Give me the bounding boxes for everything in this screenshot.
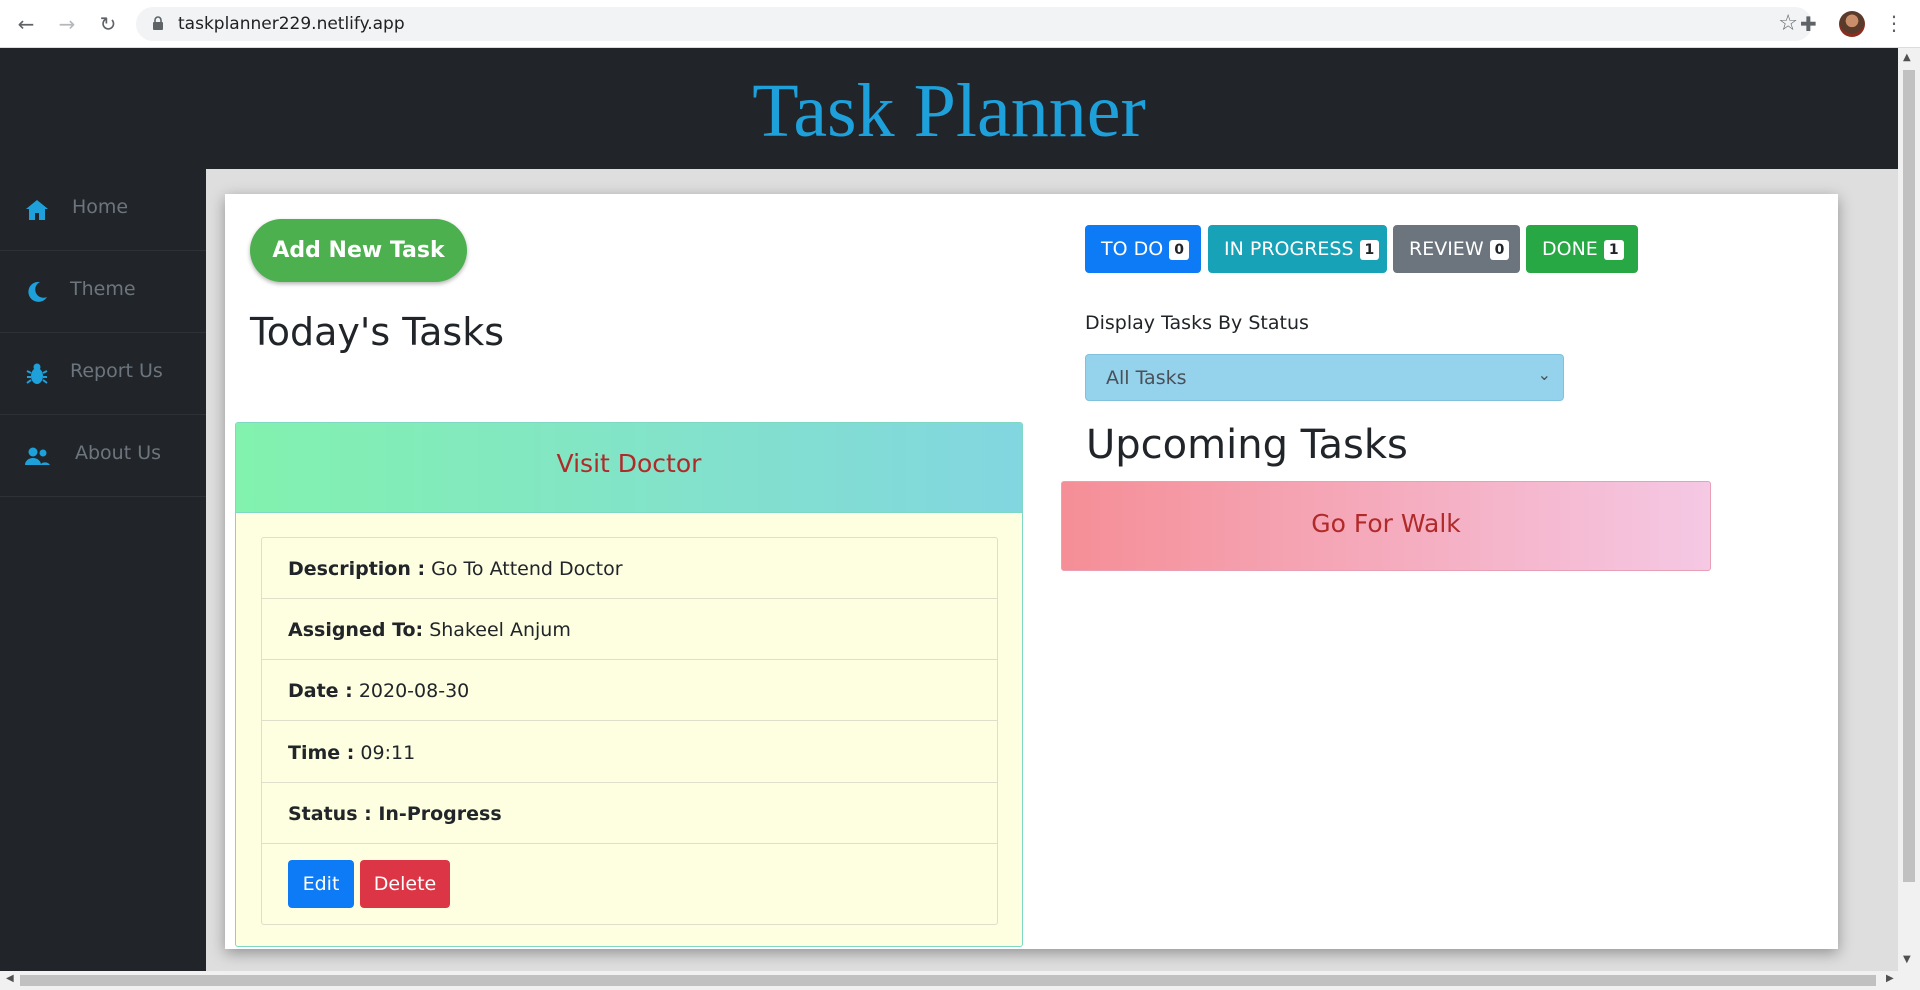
status-in-progress-button[interactable]: IN PROGRESS 1 xyxy=(1208,225,1387,273)
task-description-row: Description : Go To Attend Doctor xyxy=(262,538,997,599)
detail-value: Shakeel Anjum xyxy=(423,619,571,641)
todays-tasks-heading: Today's Tasks xyxy=(250,310,505,354)
detail-value: Go To Attend Doctor xyxy=(425,558,623,580)
upcoming-task-card[interactable]: Go For Walk xyxy=(1061,481,1711,571)
profile-avatar[interactable] xyxy=(1839,11,1865,37)
sidebar-item-home[interactable]: Home xyxy=(0,169,206,251)
horizontal-scroll-thumb[interactable] xyxy=(20,975,1876,986)
browser-menu-icon[interactable]: ⋮ xyxy=(1884,11,1904,35)
add-new-task-button[interactable]: Add New Task xyxy=(250,219,467,282)
app-title: Task Planner xyxy=(752,69,1146,153)
sidebar-item-label: Theme xyxy=(70,278,136,300)
status-review-button[interactable]: REVIEW 0 xyxy=(1393,225,1520,273)
users-icon xyxy=(25,447,50,465)
home-icon xyxy=(26,200,48,220)
sidebar-item-label: Home xyxy=(72,196,129,218)
status-todo-button[interactable]: TO DO 0 xyxy=(1085,225,1201,273)
extensions-puzzle-icon[interactable]: ✚ xyxy=(1800,12,1817,36)
status-label: DONE xyxy=(1542,238,1598,260)
forward-arrow-icon[interactable]: → xyxy=(55,12,79,36)
detail-value: 09:11 xyxy=(354,742,416,764)
reload-icon[interactable]: ↻ xyxy=(96,12,120,36)
moon-icon xyxy=(28,281,47,302)
status-filter-select[interactable]: All Tasks ⌄ xyxy=(1085,354,1564,401)
sidebar-item-report[interactable]: Report Us xyxy=(0,333,206,415)
detail-key: Assigned To: xyxy=(288,619,424,641)
task-detail-list: Description : Go To Attend Doctor Assign… xyxy=(261,537,998,925)
status-label: TO DO xyxy=(1101,238,1164,260)
detail-key: Status : In-Progress xyxy=(288,803,502,825)
sidebar-item-label: About Us xyxy=(75,442,162,464)
task-assigned-row: Assigned To: Shakeel Anjum xyxy=(262,599,997,660)
address-url: taskplanner229.netlify.app xyxy=(178,14,405,34)
status-count-badge: 1 xyxy=(1359,240,1380,260)
status-count-badge: 0 xyxy=(1169,240,1189,260)
status-count-badge: 0 xyxy=(1489,240,1510,260)
scroll-right-arrow-icon[interactable]: ▶ xyxy=(1886,973,1894,984)
sidebar-item-label: Report Us xyxy=(70,360,163,382)
upcoming-tasks-heading: Upcoming Tasks xyxy=(1086,422,1408,468)
detail-key: Time : xyxy=(288,742,355,764)
scroll-up-arrow-icon[interactable]: ▲ xyxy=(1903,52,1911,63)
status-label: IN PROGRESS xyxy=(1224,238,1354,260)
detail-key: Date : xyxy=(288,680,353,702)
scroll-left-arrow-icon[interactable]: ◀ xyxy=(6,973,14,984)
status-count-badge: 1 xyxy=(1603,240,1624,260)
vertical-scrollbar[interactable]: ▲ ▼ xyxy=(1898,48,1920,971)
detail-key: Description : xyxy=(288,558,426,580)
address-bar[interactable]: taskplanner229.netlify.app ☆ xyxy=(136,7,1812,41)
task-title: Visit Doctor xyxy=(556,449,702,478)
status-done-button[interactable]: DONE 1 xyxy=(1526,225,1638,273)
bug-icon xyxy=(26,363,48,384)
chevron-down-icon: ⌄ xyxy=(1537,365,1551,384)
delete-button[interactable]: Delete xyxy=(360,860,450,908)
task-status-row: Status : In-Progress xyxy=(262,783,997,844)
today-task-card: Visit Doctor Description : Go To Attend … xyxy=(235,422,1023,947)
app-header: Task Planner xyxy=(0,48,1898,169)
task-date-row: Date : 2020-08-30 xyxy=(262,660,997,721)
task-card-header: Visit Doctor xyxy=(236,423,1022,513)
upcoming-task-title: Go For Walk xyxy=(1311,509,1461,538)
sidebar-item-theme[interactable]: Theme xyxy=(0,251,206,333)
sidebar-item-about[interactable]: About Us xyxy=(0,415,206,497)
detail-value: 2020-08-30 xyxy=(352,680,470,702)
browser-toolbar: ← → ↻ taskplanner229.netlify.app ☆ ✚ ⋮ xyxy=(0,0,1920,48)
lock-icon xyxy=(153,16,163,30)
vertical-scroll-thumb[interactable] xyxy=(1903,70,1915,882)
back-arrow-icon[interactable]: ← xyxy=(14,12,38,36)
bookmark-star-icon[interactable]: ☆ xyxy=(1778,11,1798,36)
status-label: REVIEW xyxy=(1409,238,1484,260)
sidebar: Home Theme Report Us About Us xyxy=(0,169,206,971)
edit-button[interactable]: Edit xyxy=(288,860,354,908)
scroll-down-arrow-icon[interactable]: ▼ xyxy=(1903,954,1911,965)
task-time-row: Time : 09:11 xyxy=(262,722,997,783)
filter-selected-value: All Tasks xyxy=(1106,367,1187,389)
horizontal-scrollbar[interactable]: ◀ ▶ xyxy=(0,971,1920,990)
filter-label: Display Tasks By Status xyxy=(1085,312,1309,334)
